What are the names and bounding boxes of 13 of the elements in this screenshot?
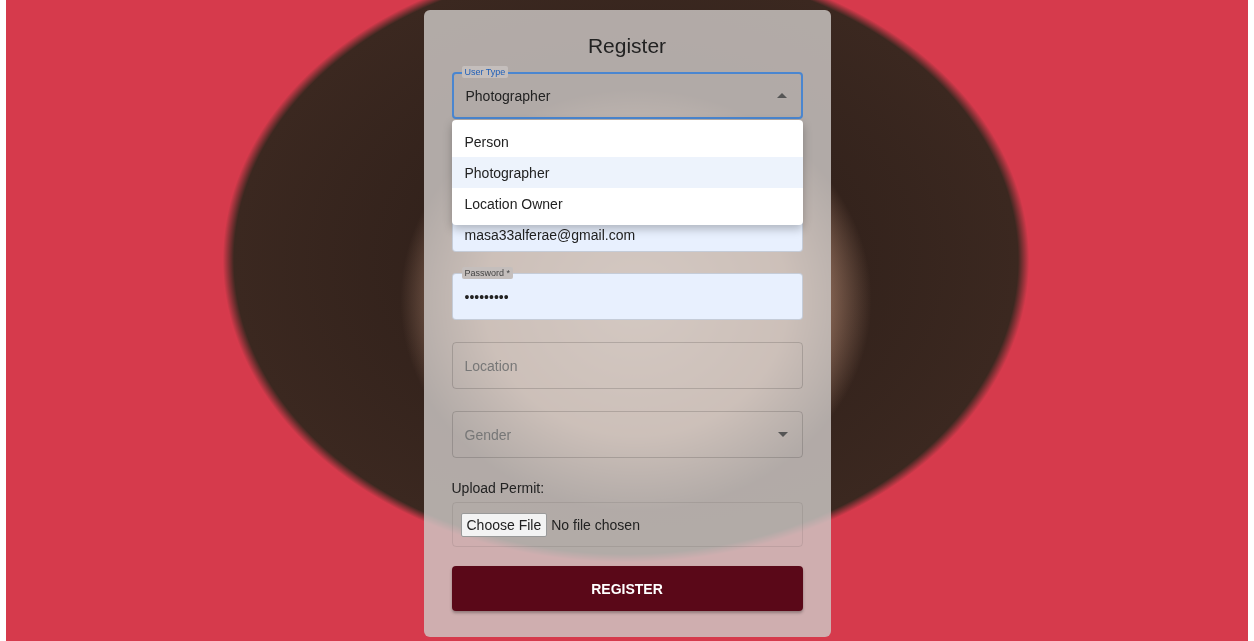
- menu-item[interactable]: Location Owner: [451, 188, 803, 219]
- form-title: Register: [586, 34, 668, 58]
- file-status: No file chosen: [551, 516, 640, 533]
- choose-file-button[interactable]: Choose File: [460, 512, 548, 537]
- upload-label: Upload Permit:: [451, 480, 546, 496]
- menu-item[interactable]: Person: [451, 126, 803, 157]
- menu-item[interactable]: Photographer: [451, 157, 803, 188]
- field-label: Password *: [461, 267, 514, 279]
- field-label: User Type: [461, 66, 509, 78]
- file-input[interactable]: Choose File No file chosen: [451, 502, 803, 547]
- caret-icon: [776, 93, 787, 98]
- caret-icon: [777, 432, 788, 437]
- register-button[interactable]: REGISTER: [451, 566, 803, 611]
